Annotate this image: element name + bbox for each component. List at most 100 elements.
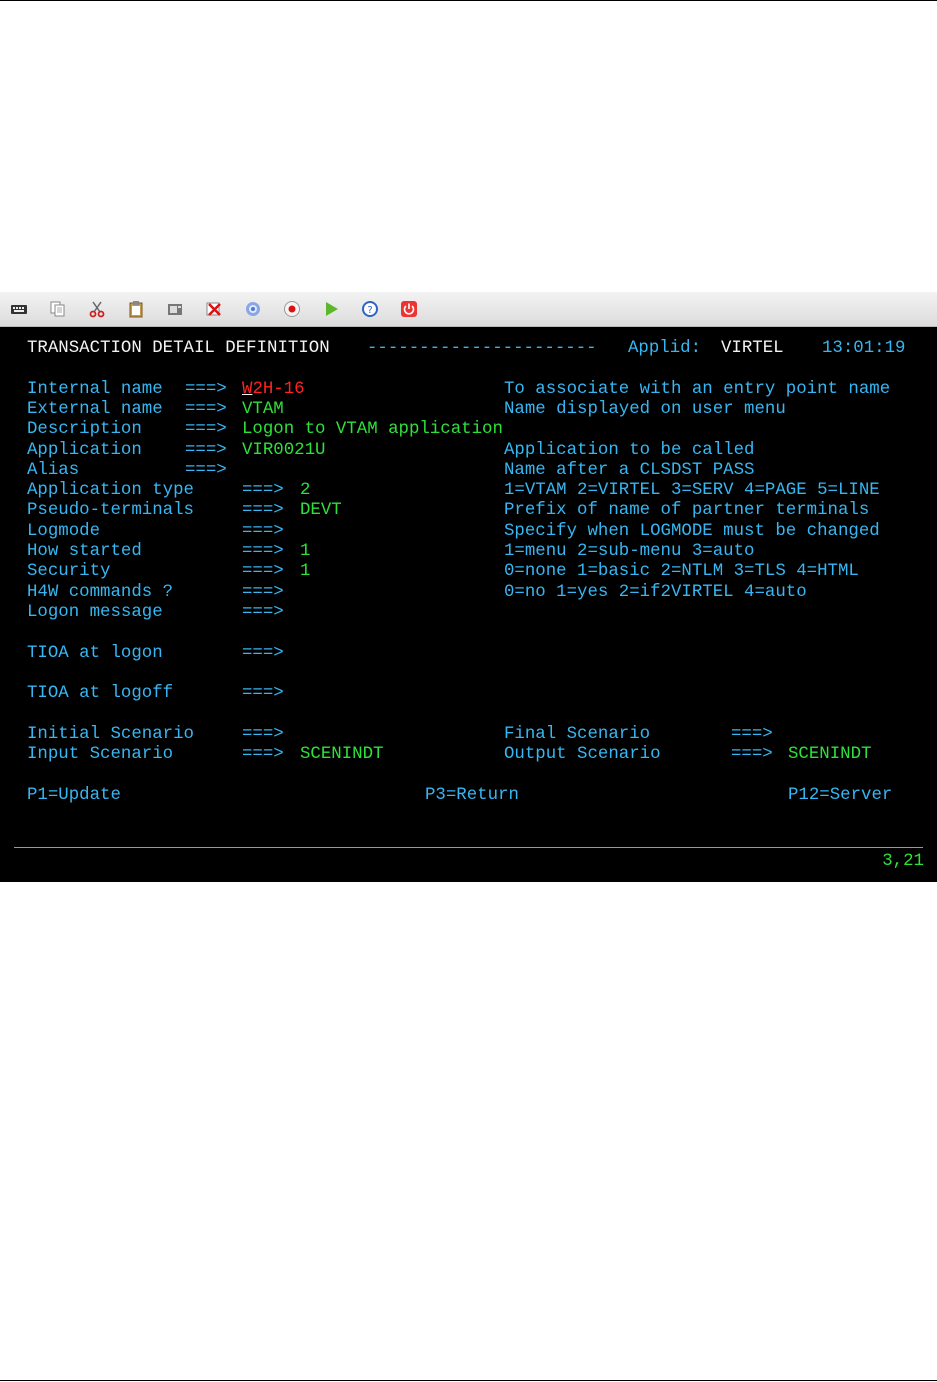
label-internal-name: Internal name [27,380,163,399]
arrow: ===> [242,583,284,602]
row-how-started: How started ===> 1 1=menu 2=sub-menu 3=a… [27,542,754,562]
row-logmode: Logmode ===> Specify when LOGMODE must b… [27,522,880,542]
print-button[interactable] [162,297,188,321]
label-description: Description [27,420,142,439]
label-external-name: External name [27,400,163,419]
help-external-name: Name displayed on user menu [504,400,786,419]
help-icon: ? [362,301,378,317]
cut-button[interactable] [84,297,110,321]
label-application: Application [27,441,142,460]
label-how-started: How started [27,542,142,561]
row-application: Application ===> VIR0021U Application to… [27,441,754,461]
row-description: Description ===> Logon to VTAM applicati… [27,420,503,440]
label-logon-message: Logon message [27,603,163,622]
input-description[interactable]: Logon to VTAM application [242,420,503,440]
help-button[interactable]: ? [357,297,383,321]
row-alias: Alias ===> Name after a CLSDST PASS [27,461,754,481]
input-security[interactable]: 1 [300,562,310,582]
label-h4w-commands: H4W commands ? [27,583,174,602]
row-logon-message: Logon message ===> [27,603,284,623]
row-external-name: External name ===> VTAM Name displayed o… [27,400,786,420]
input-output-scenario[interactable]: SCENINDT [788,745,872,765]
label-security: Security [27,562,111,581]
label-tioa-logoff: TIOA at logoff [27,684,174,703]
disconnect-icon [206,302,221,316]
power-button[interactable] [396,297,422,321]
arrow: ===> [185,441,227,460]
input-application[interactable]: VIR0021U [242,441,326,461]
help-security: 0=none 1=basic 2=NTLM 3=TLS 4=HTML [504,562,859,581]
label-initial-scenario: Initial Scenario [27,725,194,744]
row-initial-final-scenario: Initial Scenario ===> Final Scenario ===… [27,725,773,745]
label-application-type: Application type [27,481,194,500]
play-icon [326,302,338,316]
cursor-char: W [242,380,253,399]
input-application-type[interactable]: 2 [300,481,310,501]
help-pseudo-terminals: Prefix of name of partner terminals [504,501,870,520]
arrow: ===> [242,562,284,581]
emulator-toolbar: ? [0,292,937,327]
help-alias: Name after a CLSDST PASS [504,461,755,480]
page-top-rule [0,0,937,1]
input-input-scenario[interactable]: SCENINDT [300,745,384,765]
paste-button[interactable] [123,297,149,321]
input-external-name[interactable]: VTAM [242,400,284,420]
paste-icon [129,301,143,318]
play-button[interactable] [318,297,344,321]
row-tioa-logoff: TIOA at logoff ===> [27,684,284,704]
svg-text:?: ? [367,305,372,316]
arrow: ===> [185,420,227,439]
screen-title: TRANSACTION DETAIL DEFINITION [27,339,330,358]
arrow: ===> [242,542,284,561]
settings-button[interactable] [240,297,266,321]
label-pseudo-terminals: Pseudo-terminals [27,501,194,520]
header-row: TRANSACTION DETAIL DEFINITION ----------… [27,339,906,359]
row-h4w-commands: H4W commands ? ===> 0=no 1=yes 2=if2VIRT… [27,583,807,603]
status-line-divider [14,847,923,848]
pf1-update-key[interactable]: P1=Update [27,786,121,806]
cut-icon [89,301,105,318]
help-h4w-commands: 0=no 1=yes 2=if2VIRTEL 4=auto [504,583,807,602]
help-application: Application to be called [504,441,755,460]
label-input-scenario: Input Scenario [27,745,174,764]
applid-label: Applid: [628,339,702,358]
label-tioa-logon: TIOA at logon [27,644,163,663]
keyboard-button[interactable] [6,297,32,321]
arrow: ===> [185,461,227,480]
row-input-output-scenario: Input Scenario ===> SCENINDT Output Scen… [27,745,872,765]
help-application-type: 1=VTAM 2=VIRTEL 3=SERV 4=PAGE 5=LINE [504,481,880,500]
cursor-position: 3,21 [882,852,924,871]
clock: 13:01:19 [822,339,906,358]
help-logmode: Specify when LOGMODE must be changed [504,522,880,541]
record-button[interactable] [279,297,305,321]
row-pseudo-terminals: Pseudo-terminals ===> DEVT Prefix of nam… [27,501,869,521]
help-how-started: 1=menu 2=sub-menu 3=auto [504,542,755,561]
label-alias: Alias [27,461,80,480]
arrow: ===> [242,501,284,520]
row-tioa-logon: TIOA at logon ===> [27,644,284,664]
arrow: ===> [242,522,284,541]
print-screen-icon [168,304,182,315]
function-key-row: P1=Update P3=Return P12=Server [27,786,892,806]
arrow: ===> [242,745,284,764]
input-pseudo-terminals[interactable]: DEVT [300,501,342,521]
power-icon [401,301,417,317]
arrow: ===> [731,745,773,764]
label-final-scenario: Final Scenario [504,725,651,744]
disconnect-button[interactable] [201,297,227,321]
label-output-scenario: Output Scenario [504,745,661,764]
pf3-return-key[interactable]: P3=Return [425,786,519,806]
terminal-screen[interactable]: TRANSACTION DETAIL DEFINITION ----------… [0,327,937,882]
label-logmode: Logmode [27,522,101,541]
page-bottom-rule [0,1380,937,1381]
copy-button[interactable] [45,297,71,321]
row-application-type: Application type ===> 2 1=VTAM 2=VIRTEL … [27,481,880,501]
header-dashes: ---------------------- [367,339,597,358]
arrow: ===> [242,481,284,500]
record-icon [284,301,300,317]
arrow: ===> [242,603,284,622]
arrow: ===> [242,725,284,744]
input-internal-name[interactable]: W2H-16 [242,380,305,400]
pf12-server-key[interactable]: P12=Server [788,786,892,806]
input-how-started[interactable]: 1 [300,542,310,562]
